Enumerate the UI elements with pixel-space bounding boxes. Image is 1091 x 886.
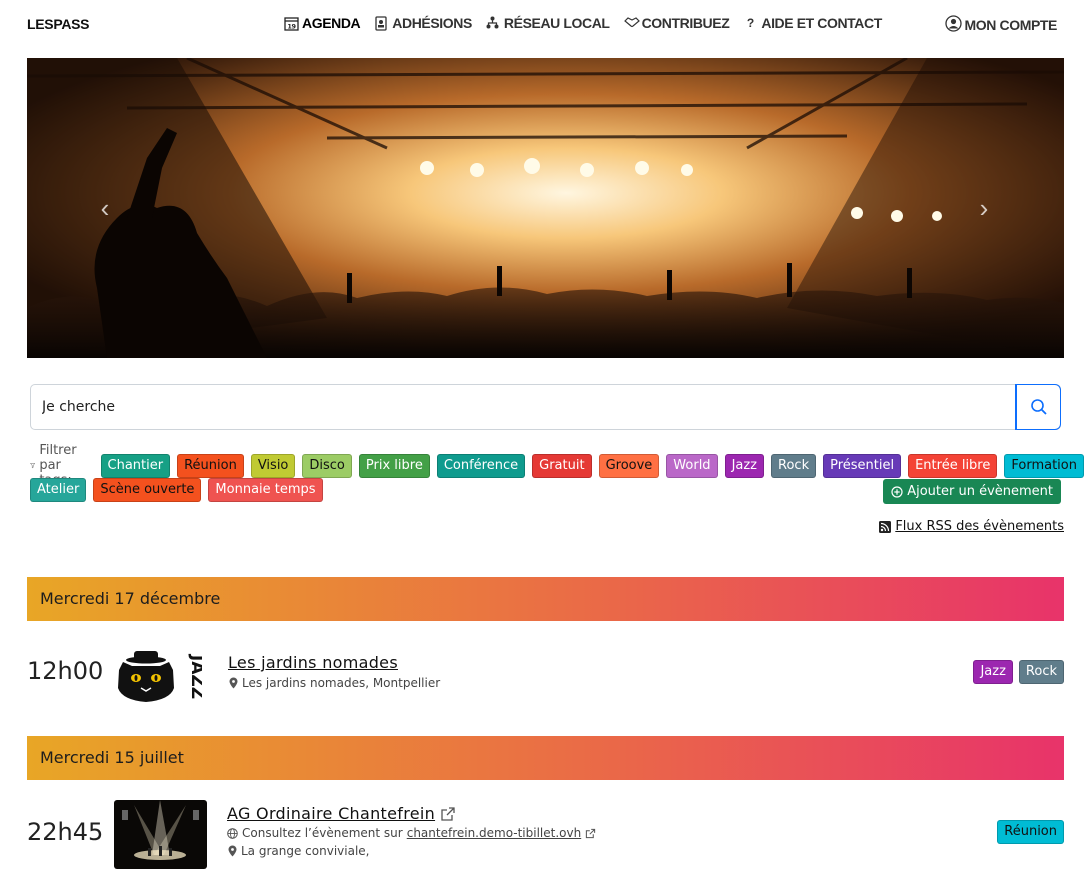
tag-filter-monnaie-temps[interactable]: Monnaie temps (208, 478, 323, 502)
map-pin-icon (228, 845, 237, 857)
handshake-icon (623, 16, 640, 30)
hero-carousel[interactable]: ‹ › (27, 58, 1064, 358)
nav-aide-contact-label: AIDE ET CONTACT (761, 15, 882, 31)
search-icon (1030, 399, 1047, 415)
nav-adhesions-label: ADHÉSIONS (392, 15, 472, 31)
tag-filter-scene-ouverte[interactable]: Scène ouverte (93, 478, 202, 502)
tag-list-row2: Atelier Scène ouverte Monnaie temps (30, 478, 330, 502)
date-header-text: Mercredi 17 décembre (40, 589, 221, 608)
event-location-text: Les jardins nomades, Montpellier (242, 676, 441, 690)
tag-filter-entree-libre[interactable]: Entrée libre (908, 453, 998, 478)
rss-label: Flux RSS des évènements (895, 519, 1064, 534)
tag-filter-gratuit[interactable]: Gratuit (532, 453, 592, 478)
nav-reseau-local-label: RÉSEAU LOCAL (503, 15, 610, 31)
tag-filter-presentiel[interactable]: Présentiel (823, 453, 902, 478)
jazz-logo-text: JAZZ (187, 654, 202, 699)
brand-logo[interactable]: LESPASS (27, 16, 90, 32)
event-tags: Réunion (997, 820, 1064, 844)
jazz-cat-logo: JAZZ (114, 648, 202, 706)
map-pin-icon (229, 677, 238, 689)
event-title-link[interactable]: AG Ordinaire Chantefrein (227, 804, 456, 823)
id-card-icon (374, 16, 388, 31)
stage-photo (114, 800, 207, 869)
event-time: 12h00 (27, 657, 104, 685)
globe-icon (227, 827, 238, 839)
external-link-icon (586, 828, 596, 838)
nav-aide-contact[interactable]: ? AIDE ET CONTACT (743, 15, 882, 31)
tag-filter-world[interactable]: World (666, 453, 718, 478)
account-label: MON COMPTE (964, 17, 1058, 33)
external-link-icon (441, 806, 455, 821)
date-header-text: Mercredi 15 juillet (40, 748, 184, 767)
nav-reseau-local[interactable]: RÉSEAU LOCAL (486, 15, 610, 31)
network-icon (486, 16, 500, 30)
nav-adhesions[interactable]: ADHÉSIONS (374, 15, 472, 31)
external-prefix: Consultez l’évènement sur (242, 826, 403, 840)
calendar-day: 19 (287, 23, 296, 31)
external-event-link[interactable]: chantefrein.demo-tibillet.ovh (407, 826, 581, 840)
event-location-text: La grange conviviale, (241, 844, 370, 858)
search-button[interactable] (1015, 384, 1061, 430)
nav-contribuez[interactable]: CONTRIBUEZ (623, 15, 730, 31)
user-circle-icon (944, 15, 962, 35)
event-tag-reunion[interactable]: Réunion (997, 820, 1064, 844)
rss-icon (879, 520, 892, 533)
tag-list: Chantier Réunion Visio Disco Prix libre Confé… (100, 453, 1091, 478)
calendar-icon: 19 (284, 16, 299, 31)
event-tag-jazz[interactable]: Jazz (973, 660, 1013, 684)
nav-agenda[interactable]: 19 AGENDA (284, 15, 361, 31)
event-thumbnail[interactable] (114, 800, 207, 869)
event-location: La grange conviviale, (228, 844, 369, 858)
search-input[interactable] (31, 385, 1016, 429)
rss-link[interactable]: Flux RSS des évènements (879, 519, 1064, 534)
tag-filter-jazz[interactable]: Jazz (724, 453, 765, 478)
event-thumbnail[interactable]: JAZZ (114, 648, 202, 706)
event-tag-rock[interactable]: Rock (1018, 660, 1064, 684)
tag-filter-chantier[interactable]: Chantier (100, 453, 171, 478)
date-header: Mercredi 17 décembre (27, 577, 1064, 621)
tag-filter-disco[interactable]: Disco (302, 453, 352, 478)
plus-circle-icon (891, 485, 903, 498)
carousel-next-button[interactable]: › (972, 194, 996, 222)
tag-filter-conference[interactable]: Conférence (436, 453, 526, 478)
tag-filter-formation[interactable]: Formation (1004, 453, 1084, 478)
date-header: Mercredi 15 juillet (27, 736, 1064, 780)
concert-image (27, 58, 1064, 358)
filter-icon (30, 463, 36, 469)
event-title-text: AG Ordinaire Chantefrein (227, 804, 436, 823)
add-event-label: Ajouter un évènement (907, 483, 1053, 499)
tag-filter-groove[interactable]: Groove (598, 453, 660, 478)
nav-agenda-label: AGENDA (302, 15, 361, 31)
tag-filter-atelier[interactable]: Atelier (30, 478, 87, 502)
event-time: 22h45 (27, 818, 104, 846)
event-tags: Jazz Rock (973, 660, 1064, 684)
tag-filter-visio[interactable]: Visio (250, 453, 296, 478)
add-event-button[interactable]: Ajouter un évènement (883, 479, 1061, 504)
tag-filter-prix-libre[interactable]: Prix libre (358, 453, 430, 478)
tag-filter-reunion[interactable]: Réunion (177, 453, 244, 478)
top-navbar: LESPASS 19 AGENDA ADHÉSIONS RÉSEAU LOCAL… (0, 0, 1091, 50)
account-link[interactable]: MON COMPTE (944, 15, 1058, 35)
event-title-link[interactable]: Les jardins nomades (228, 653, 398, 672)
event-location: Les jardins nomades, Montpellier (229, 676, 440, 690)
nav-contribuez-label: CONTRIBUEZ (641, 15, 730, 31)
main-nav: 19 AGENDA ADHÉSIONS RÉSEAU LOCAL CONTRIB… (284, 15, 882, 31)
tag-filter-rock[interactable]: Rock (771, 453, 817, 478)
question-icon: ? (746, 16, 754, 30)
carousel-prev-button[interactable]: ‹ (93, 194, 117, 222)
search-bar (30, 384, 1061, 430)
event-external-info: Consultez l’évènement sur chantefrein.de… (227, 826, 596, 840)
